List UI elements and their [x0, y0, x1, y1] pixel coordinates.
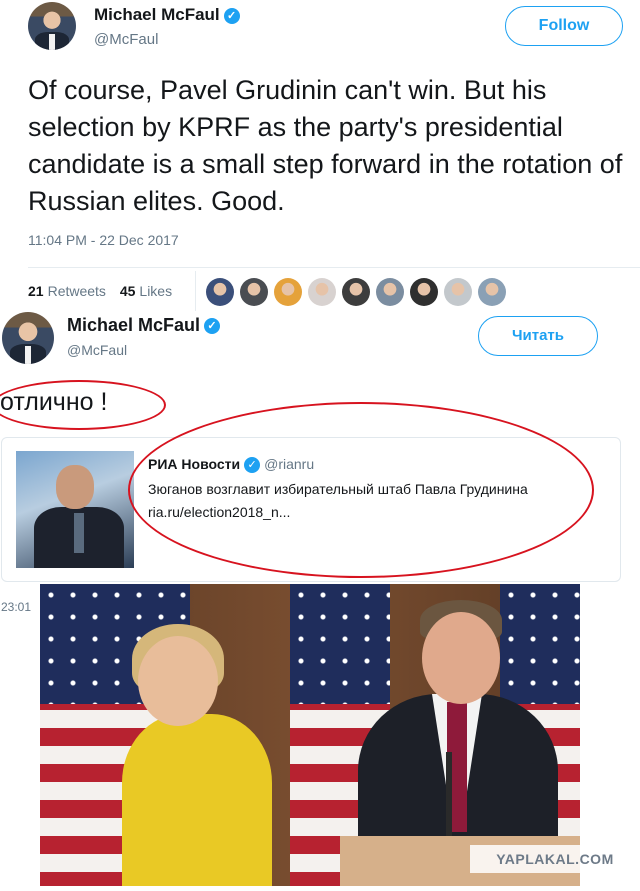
- follow-button[interactable]: Читать: [478, 316, 598, 356]
- divider: [195, 271, 196, 311]
- person-right-face: [422, 612, 500, 704]
- verified-badge-icon: ✓: [223, 7, 240, 24]
- tweet-english: Michael McFaul ✓ @McFaul Follow Of course…: [0, 0, 640, 311]
- author-name[interactable]: Michael McFaul ✓: [67, 315, 221, 336]
- liker-avatar[interactable]: [240, 278, 268, 306]
- person-left: [122, 714, 272, 886]
- author-handle[interactable]: @McFaul: [94, 31, 158, 48]
- liker-avatar[interactable]: [478, 278, 506, 306]
- person-left-face: [138, 636, 218, 726]
- highlight-oval: [128, 402, 594, 578]
- liker-avatar[interactable]: [410, 278, 438, 306]
- article-thumbnail[interactable]: [16, 451, 134, 568]
- author-avatar[interactable]: [2, 312, 54, 364]
- tweet-russian: Michael McFaul ✓ @McFaul Читать отлично !…: [0, 310, 640, 614]
- follow-button[interactable]: Follow: [505, 6, 623, 46]
- tweet-stats: 21 Retweets 45 Likes: [28, 271, 196, 311]
- tweet-text: Of course, Pavel Grudinin can't win. But…: [28, 75, 623, 216]
- microphone: [446, 752, 452, 842]
- liker-avatar[interactable]: [308, 278, 336, 306]
- liker-avatar[interactable]: [444, 278, 472, 306]
- author-handle[interactable]: @McFaul: [67, 342, 127, 358]
- author-avatar[interactable]: [28, 2, 76, 50]
- embedded-photo[interactable]: [40, 584, 580, 886]
- highlight-oval: [0, 380, 166, 430]
- liker-avatar[interactable]: [206, 278, 234, 306]
- author-name[interactable]: Michael McFaul ✓: [94, 5, 240, 25]
- divider: [28, 267, 640, 268]
- liker-avatars: [206, 278, 506, 306]
- verified-badge-icon: ✓: [204, 318, 221, 335]
- tweet-timestamp[interactable]: 11:04 PM - 22 Dec 2017: [28, 232, 179, 248]
- liker-avatar[interactable]: [274, 278, 302, 306]
- liker-avatar[interactable]: [376, 278, 404, 306]
- tweet-timestamp[interactable]: 23:01: [1, 600, 31, 614]
- watermark: YAPLAKAL.COM: [470, 845, 640, 873]
- retweets-stat[interactable]: 21 Retweets: [28, 283, 106, 299]
- liker-avatar[interactable]: [342, 278, 370, 306]
- likes-stat[interactable]: 45 Likes: [120, 283, 172, 299]
